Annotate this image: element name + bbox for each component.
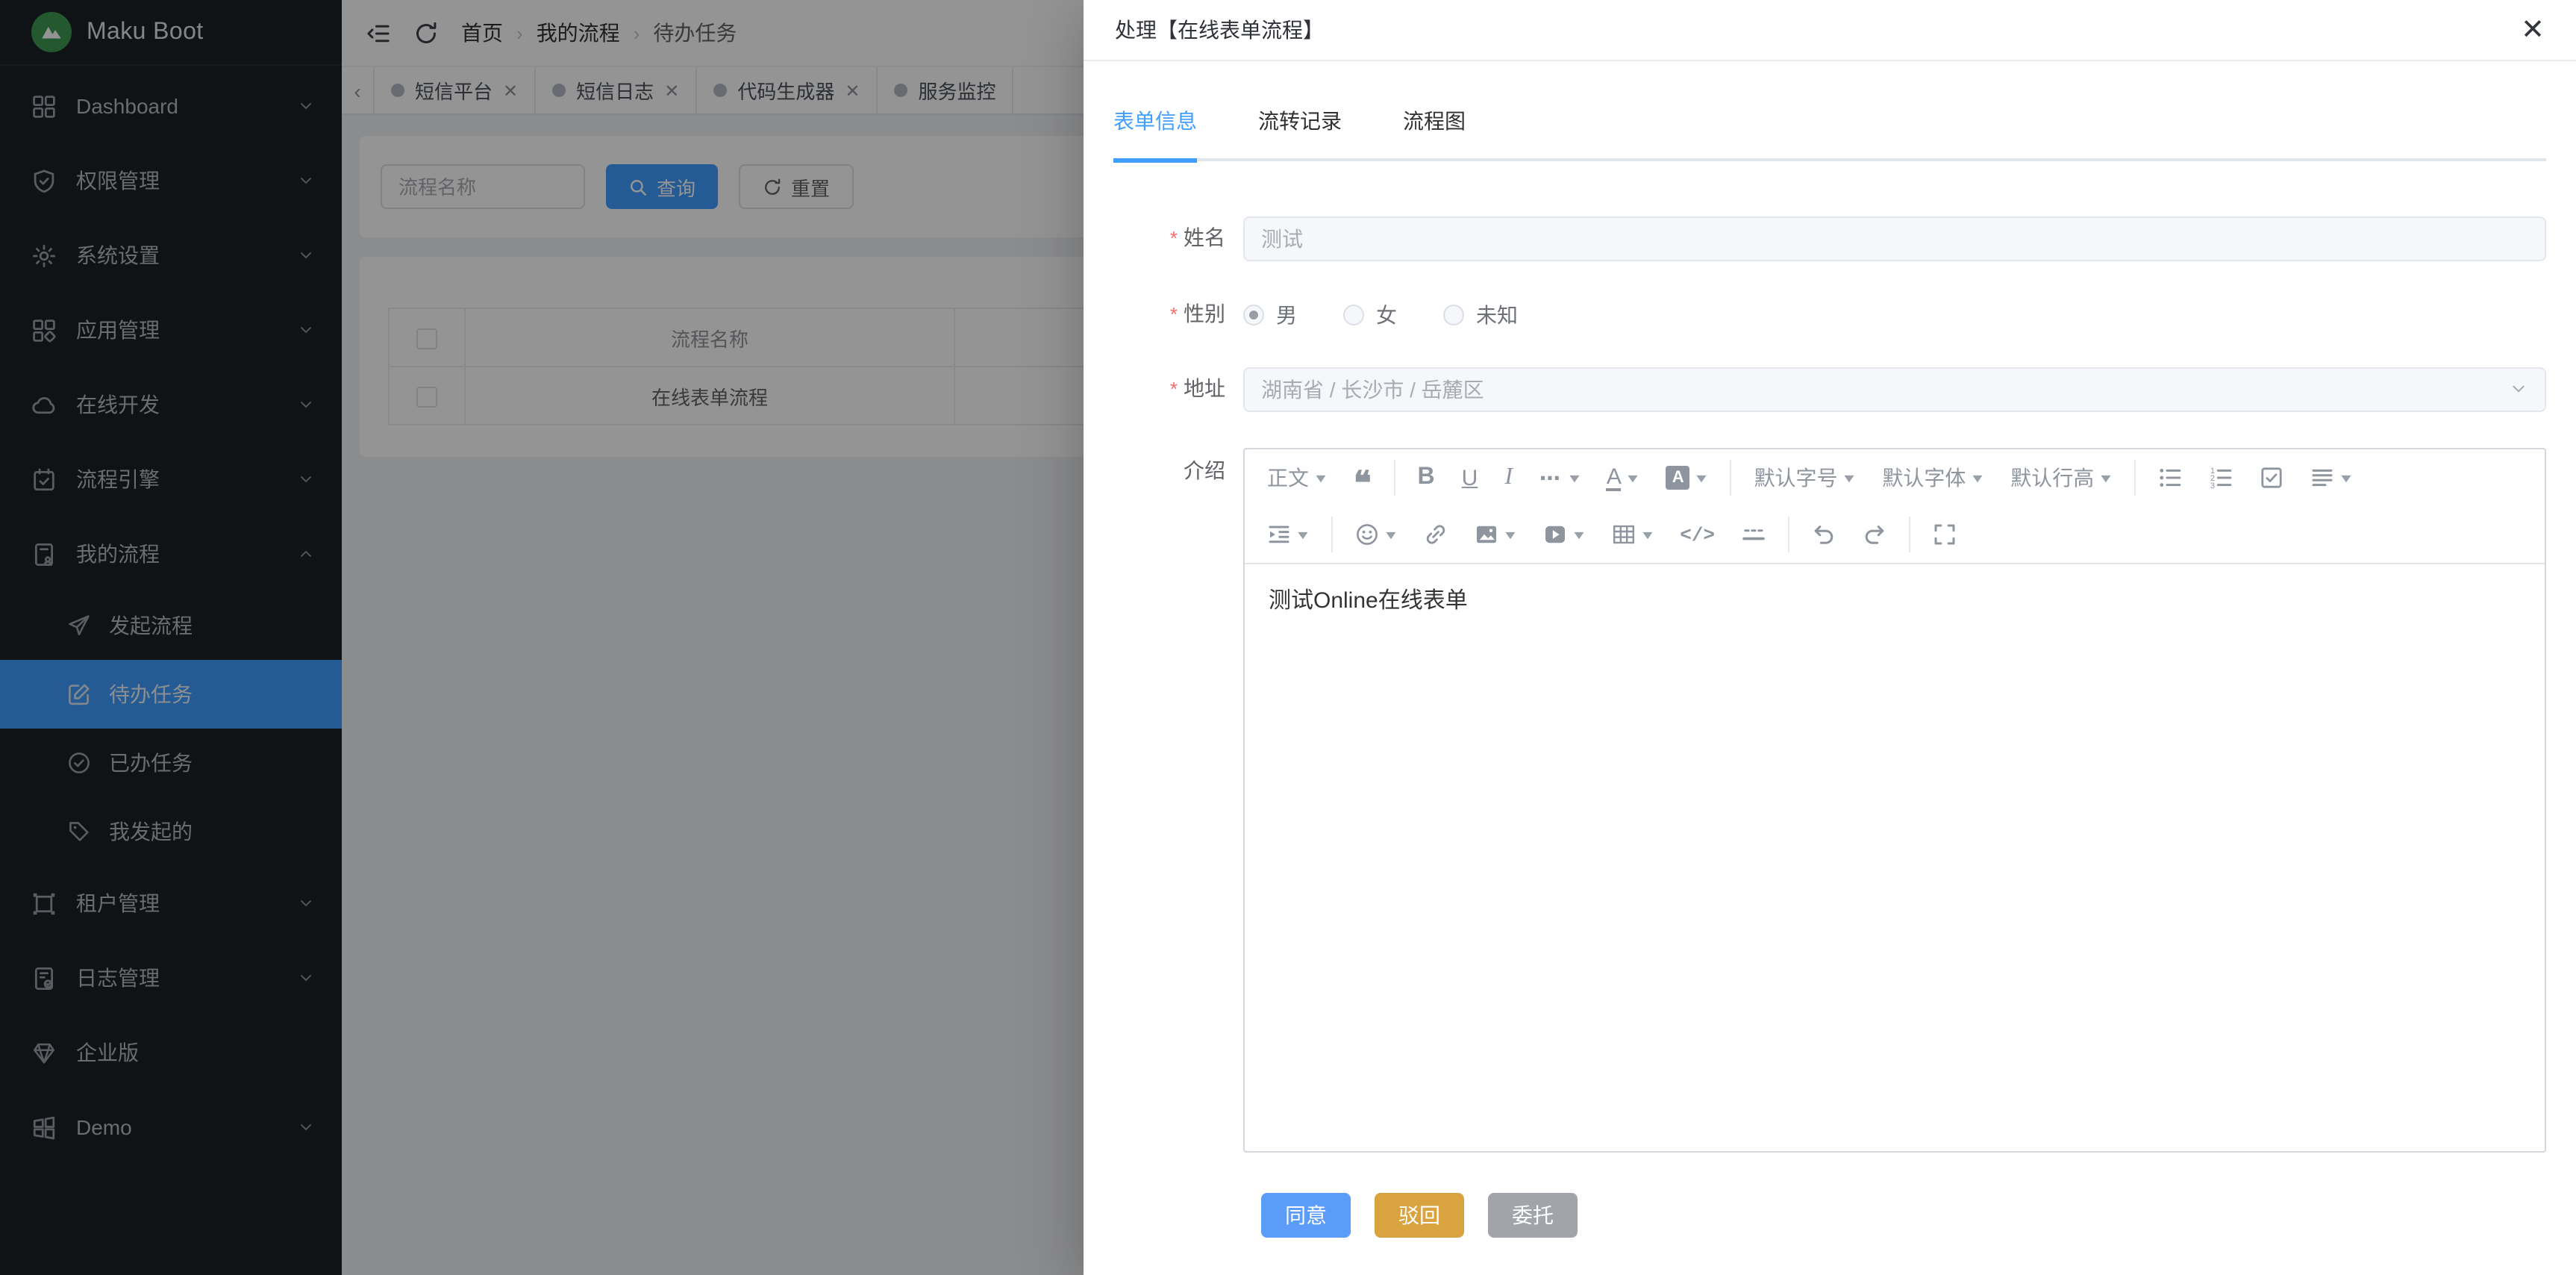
font-family-dropdown[interactable]: 默认字体▼	[1869, 458, 1997, 497]
italic-button[interactable]: I	[1491, 458, 1526, 497]
indent-icon	[1267, 523, 1291, 546]
align-icon	[2310, 466, 2334, 490]
form-row-address: 地址 湖南省 / 长沙市 / 岳麓区	[1113, 366, 2546, 412]
insert-divider-button[interactable]	[1728, 515, 1779, 554]
numbered-list-icon	[2209, 466, 2233, 490]
bold-button[interactable]: B	[1404, 458, 1448, 497]
underline-button[interactable]: U	[1448, 458, 1492, 497]
indent-dropdown[interactable]: ▼	[1254, 515, 1322, 554]
table-icon	[1611, 523, 1635, 546]
agree-button[interactable]: 同意	[1261, 1193, 1351, 1238]
paragraph-style-dropdown[interactable]: 正文▼	[1254, 458, 1340, 497]
drawer-title: 处理【在线表单流程】	[1115, 15, 1324, 45]
insert-table-dropdown[interactable]: ▼	[1598, 515, 1666, 554]
numbered-list-button[interactable]	[2195, 458, 2246, 497]
bullet-list-icon	[2158, 466, 2182, 490]
tab-flow-records[interactable]: 流转记录	[1258, 106, 1342, 136]
gender-radio-group: 男 女 未知	[1243, 292, 2546, 337]
tab-flow-diagram[interactable]: 流程图	[1403, 106, 1466, 136]
checkbox-icon	[2260, 466, 2283, 490]
font-color-dropdown[interactable]: A▼	[1593, 458, 1653, 497]
insert-link-button[interactable]	[1410, 515, 1461, 554]
chevron-down-icon	[2509, 379, 2528, 399]
editor-toolbar-row1: 正文▼ ❝ B U I ⋯▼ A▼ A▼ 默认字号▼ 默认字体▼	[1245, 449, 2545, 506]
align-dropdown[interactable]: ▼	[2297, 458, 2366, 497]
font-size-dropdown[interactable]: 默认字号▼	[1741, 458, 1869, 497]
emoji-dropdown[interactable]: ▼	[1342, 515, 1410, 554]
tab-form-info[interactable]: 表单信息	[1113, 106, 1197, 136]
undo-button[interactable]	[1798, 515, 1849, 554]
bullet-list-button[interactable]	[2145, 458, 2195, 497]
drawer-header: 处理【在线表单流程】 ✕	[1084, 0, 2576, 61]
radio-checked-icon	[1243, 304, 1264, 325]
name-field[interactable]: 测试	[1243, 216, 2546, 261]
toolbar-divider	[1394, 460, 1395, 496]
fullscreen-icon	[1933, 523, 1957, 546]
gender-label: 性别	[1113, 291, 1243, 337]
process-drawer: 处理【在线表单流程】 ✕ 表单信息 流转记录 流程图 姓名 测试 性别	[1084, 0, 2576, 1275]
fullscreen-button[interactable]	[1919, 515, 1970, 554]
radio-unchecked-icon	[1343, 304, 1364, 325]
blockquote-button[interactable]: ❝	[1340, 458, 1385, 497]
drawer-tabs: 表单信息 流转记录 流程图	[1113, 106, 2546, 161]
toolbar-divider	[1331, 517, 1333, 552]
undo-icon	[1812, 523, 1836, 546]
drawer-actions: 同意 驳回 委托	[1113, 1193, 2546, 1238]
toolbar-divider	[1788, 517, 1789, 552]
insert-video-dropdown[interactable]: ▼	[1530, 515, 1598, 554]
radio-female[interactable]: 女	[1343, 299, 1397, 329]
emoji-icon	[1355, 523, 1379, 546]
line-height-dropdown[interactable]: 默认行高▼	[1997, 458, 2125, 497]
insert-image-dropdown[interactable]: ▼	[1461, 515, 1530, 554]
redo-icon	[1863, 523, 1886, 546]
bg-color-dropdown[interactable]: A▼	[1653, 458, 1722, 497]
horizontal-rule-icon	[1742, 523, 1766, 546]
form-row-intro: 介绍 正文▼ ❝ B U I ⋯▼ A▼ A▼	[1113, 448, 2546, 1153]
code-block-button[interactable]: </>	[1666, 515, 1728, 554]
todo-list-button[interactable]	[2246, 458, 2297, 497]
toolbar-divider	[2134, 460, 2136, 496]
delegate-button[interactable]: 委托	[1488, 1193, 1578, 1238]
radio-male[interactable]: 男	[1243, 299, 1297, 329]
image-icon	[1475, 523, 1498, 546]
radio-unknown[interactable]: 未知	[1443, 299, 1518, 329]
editor-toolbar-row2: ▼ ▼ ▼ ▼ ▼ </>	[1245, 506, 2545, 564]
video-icon	[1543, 523, 1567, 546]
link-icon	[1424, 523, 1448, 546]
app-root: Maku Boot Dashboard 权限管理 系统设置 应用管理	[0, 0, 2576, 1275]
redo-button[interactable]	[1849, 515, 1900, 554]
radio-unchecked-icon	[1443, 304, 1464, 325]
drawer-body: 表单信息 流转记录 流程图 姓名 测试 性别 男	[1084, 61, 2576, 1275]
toolbar-divider	[1731, 460, 1732, 496]
name-label: 姓名	[1113, 215, 1243, 261]
form-row-gender: 性别 男 女 未知	[1113, 291, 2546, 337]
rich-text-editor: 正文▼ ❝ B U I ⋯▼ A▼ A▼ 默认字号▼ 默认字体▼	[1243, 448, 2546, 1153]
address-label: 地址	[1113, 366, 1243, 412]
editor-content[interactable]: 测试Online在线表单	[1245, 564, 2545, 1151]
intro-label: 介绍	[1113, 448, 1243, 493]
form-row-name: 姓名 测试	[1113, 215, 2546, 261]
more-styles-dropdown[interactable]: ⋯▼	[1526, 458, 1593, 497]
reject-button[interactable]: 驳回	[1375, 1193, 1464, 1238]
toolbar-divider	[1909, 517, 1910, 552]
address-select[interactable]: 湖南省 / 长沙市 / 岳麓区	[1243, 367, 2546, 411]
close-icon[interactable]: ✕	[2521, 16, 2545, 44]
